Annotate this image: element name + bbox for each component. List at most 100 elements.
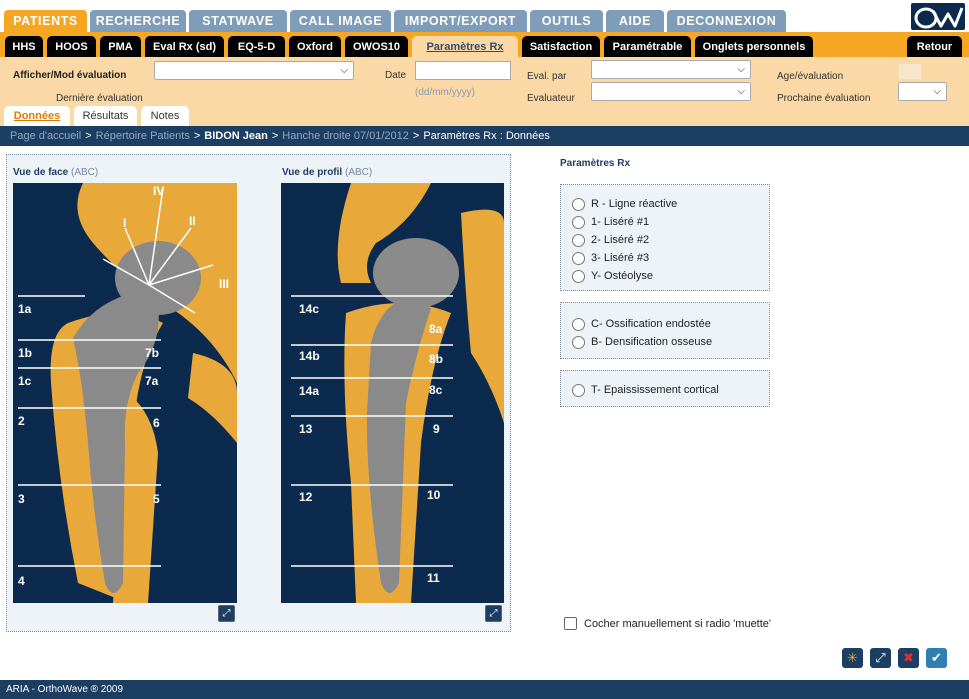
- expand-button[interactable]: ⤢: [870, 648, 891, 668]
- muette-checkbox-row[interactable]: Cocher manuellement si radio 'muette': [564, 617, 771, 630]
- radio-osteolyse[interactable]: Y- Ostéolyse: [561, 267, 769, 285]
- validate-button[interactable]: ✔: [926, 648, 947, 668]
- zone-label-8c: 8c: [429, 383, 443, 397]
- radio-circle[interactable]: [572, 335, 585, 349]
- subtab-owos10[interactable]: OWOS10: [345, 36, 408, 57]
- breadcrumb-home[interactable]: Page d'accueil: [10, 130, 81, 142]
- zone-label-i: I: [123, 216, 126, 230]
- breadcrumb-sep: >: [412, 130, 420, 142]
- radio-densification[interactable]: B- Densification osseuse: [561, 333, 769, 351]
- orthowave-logo: [911, 3, 965, 30]
- close-icon: ✖: [903, 650, 914, 666]
- radio-label: B- Densification osseuse: [591, 336, 713, 348]
- eval-par-label: Eval. par: [527, 71, 567, 82]
- radio-circle[interactable]: [572, 251, 585, 265]
- chevron-down-icon: ⌵: [933, 86, 941, 97]
- subtab-pma[interactable]: PMA: [100, 36, 141, 57]
- date-label: Date: [385, 70, 407, 81]
- breadcrumb-episode[interactable]: Hanche droite 07/01/2012: [282, 130, 409, 142]
- radio-label: T- Epaississement cortical: [591, 384, 719, 396]
- subtab-satisfaction[interactable]: Satisfaction: [522, 36, 600, 57]
- params-group-1: R - Ligne réactive 1- Liséré #1 2- Lisér…: [560, 184, 770, 291]
- zoom-icon: ⤢: [489, 608, 498, 619]
- tab-donnees[interactable]: Données: [4, 106, 70, 126]
- footer: ARIA - OrthoWave ® 2009: [0, 680, 969, 699]
- zone-label-ii: II: [189, 214, 196, 228]
- breadcrumb-repertoire[interactable]: Répertoire Patients: [96, 130, 190, 142]
- zone-label-14a: 14a: [299, 384, 319, 398]
- tab-call-image[interactable]: CALL IMAGE: [290, 10, 391, 32]
- radio-circle[interactable]: [572, 197, 585, 211]
- date-input[interactable]: [415, 61, 511, 80]
- breadcrumb-patient[interactable]: BIDON Jean: [204, 130, 268, 142]
- tab-notes[interactable]: Notes: [141, 106, 189, 126]
- prochaine-label: Prochaine évaluation: [777, 93, 871, 104]
- zone-label-9: 9: [433, 422, 440, 436]
- radio-label: C- Ossification endostée: [591, 318, 711, 330]
- main-tab-bar: PATIENTS RECHERCHE STATWAVE CALL IMAGE I…: [0, 0, 969, 32]
- radio-label: 2- Liséré #2: [591, 234, 650, 246]
- radio-circle[interactable]: [572, 383, 585, 397]
- zone-label-11: 11: [427, 571, 440, 585]
- footer-text: ARIA - OrthoWave ® 2009: [6, 684, 124, 695]
- zone-label-8b: 8b: [429, 352, 443, 366]
- tab-outils[interactable]: OUTILS: [530, 10, 603, 32]
- xray-profil-view[interactable]: 14c 14b 14a 13 12 8a 8b 8c 9 10 11: [281, 183, 504, 603]
- radio-ligne-reactive[interactable]: R - Ligne réactive: [561, 195, 769, 213]
- zoom-profil-button[interactable]: ⤢: [485, 605, 502, 622]
- subtab-eval-rx[interactable]: Eval Rx (sd): [145, 36, 224, 57]
- radio-label: 3- Liséré #3: [591, 252, 650, 264]
- zone-label-10: 10: [427, 488, 441, 502]
- radio-circle[interactable]: [572, 215, 585, 229]
- subtab-hhs[interactable]: HHS: [5, 36, 43, 57]
- reset-button[interactable]: ✳: [842, 648, 863, 668]
- tab-deconnexion[interactable]: DECONNEXION: [667, 10, 786, 32]
- muette-checkbox[interactable]: [564, 617, 577, 630]
- tab-aide[interactable]: AIDE: [606, 10, 664, 32]
- zoom-face-button[interactable]: ⤢: [218, 605, 235, 622]
- subtab-parametrable[interactable]: Paramétrable: [604, 36, 691, 57]
- breadcrumb-sep: >: [85, 130, 92, 142]
- evaluateur-select[interactable]: ⌵: [591, 82, 751, 101]
- radio-lisere-3[interactable]: 3- Liséré #3: [561, 249, 769, 267]
- radio-circle[interactable]: [572, 317, 585, 331]
- radio-lisere-1[interactable]: 1- Liséré #1: [561, 213, 769, 231]
- radio-circle[interactable]: [572, 269, 585, 283]
- asterisk-icon: ✳: [847, 650, 858, 666]
- chevron-down-icon: ⌵: [737, 64, 745, 75]
- afficher-label: Afficher/Mod évaluation: [13, 70, 127, 81]
- subtab-onglets-personnels[interactable]: Onglets personnels: [695, 36, 813, 57]
- prochaine-select[interactable]: ⌵: [898, 82, 947, 101]
- face-view-title: Vue de face (ABC): [13, 167, 99, 178]
- breadcrumb-sep: >: [193, 130, 201, 142]
- tab-import-export[interactable]: IMPORT/EXPORT: [394, 10, 527, 32]
- breadcrumb-sep: >: [271, 130, 279, 142]
- tab-statwave[interactable]: STATWAVE: [189, 10, 287, 32]
- evaluation-select[interactable]: ⌵: [154, 61, 354, 80]
- radio-epaississement[interactable]: T- Epaississement cortical: [561, 381, 769, 399]
- subtab-eq5d[interactable]: EQ-5-D: [228, 36, 285, 57]
- zone-label-iii: III: [219, 277, 229, 291]
- subtab-hoos[interactable]: HOOS: [47, 36, 96, 57]
- subtab-oxford[interactable]: Oxford: [289, 36, 341, 57]
- retour-button[interactable]: Retour: [907, 36, 962, 57]
- date-format-hint: (dd/mm/yyyy): [415, 87, 475, 98]
- radio-label: R - Ligne réactive: [591, 198, 678, 210]
- xray-panel: Vue de face (ABC) Vue de profil (ABC) IV…: [6, 154, 511, 632]
- tab-recherche[interactable]: RECHERCHE: [90, 10, 186, 32]
- subtab-parametres-rx[interactable]: Paramètres Rx: [412, 36, 518, 57]
- tab-patients[interactable]: PATIENTS: [4, 10, 87, 32]
- xray-face-view[interactable]: IV I II III 1a 1b 1c 2 3 4 7b 7a 6 5: [13, 183, 237, 603]
- evaluateur-label: Evaluateur: [527, 93, 575, 104]
- sub-tab-bar: HHS HOOS PMA Eval Rx (sd) EQ-5-D Oxford …: [0, 32, 969, 57]
- eval-par-select[interactable]: ⌵: [591, 60, 751, 79]
- radio-label: 1- Liséré #1: [591, 216, 650, 228]
- radio-circle[interactable]: [572, 233, 585, 247]
- radio-ossification[interactable]: C- Ossification endostée: [561, 315, 769, 333]
- tab-resultats[interactable]: Résultats: [74, 106, 137, 126]
- radio-lisere-2[interactable]: 2- Liséré #2: [561, 231, 769, 249]
- zone-label-1a: 1a: [18, 302, 32, 316]
- delete-button[interactable]: ✖: [898, 648, 919, 668]
- profil-view-title: Vue de profil (ABC): [282, 167, 373, 178]
- params-group-3: T- Epaississement cortical: [560, 370, 770, 407]
